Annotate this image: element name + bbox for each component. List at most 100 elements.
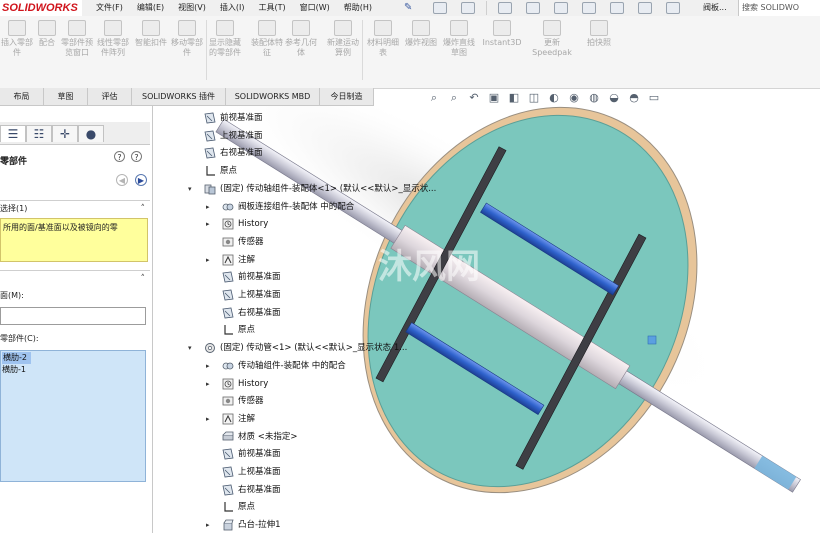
- list-item[interactable]: 横肋-1: [1, 364, 145, 376]
- tree-item-drive-pipe-part[interactable]: ▾ (固定) 传动管<1> (默认<<默认>_显示状态 1...: [160, 340, 460, 356]
- tree-item-top-plane[interactable]: 上视基准面: [160, 464, 460, 480]
- selection-section-header[interactable]: 选择(1) ˄: [0, 200, 150, 217]
- zoom-to-area-icon[interactable]: ⌕: [448, 92, 460, 104]
- tree-item-annotations[interactable]: ▸ 注解: [160, 411, 460, 427]
- apply-scene-icon[interactable]: ◒: [608, 92, 620, 104]
- ribbon-explode-line-sketch-button[interactable]: 爆炸直线草图: [442, 20, 476, 58]
- back-arrow-icon[interactable]: ◀: [116, 174, 128, 186]
- tree-item-top-plane[interactable]: 上视基准面: [160, 128, 460, 144]
- ribbon-insert-component-button[interactable]: 插入零部件: [0, 20, 34, 58]
- save-icon[interactable]: [498, 2, 512, 14]
- zoom-to-fit-icon[interactable]: ⌕: [428, 92, 440, 104]
- expand-right-icon[interactable]: ▸: [206, 517, 214, 533]
- previous-view-icon[interactable]: ↶: [468, 92, 480, 104]
- chevron-up-icon[interactable]: ˄: [141, 271, 146, 287]
- tree-item-drive-shaft-assembly[interactable]: ▾ (固定) 传动轴组件-装配体<1> (默认<<默认>_显示状...: [160, 181, 460, 197]
- ribbon-exploded-view-button[interactable]: 爆炸视图: [404, 20, 438, 48]
- tree-item-boss-extrude[interactable]: ▸ 凸台-拉伸1: [160, 517, 460, 533]
- tree-item-history[interactable]: ▸ History: [160, 216, 460, 232]
- search-box[interactable]: 搜索 SOLIDWO: [738, 0, 820, 16]
- property-manager-tab-icon[interactable]: ☷: [26, 125, 52, 142]
- whats-new-icon[interactable]: ?: [131, 151, 142, 162]
- menu-insert[interactable]: 插入(I): [220, 0, 245, 16]
- display-monitor-icon[interactable]: ▭: [648, 92, 660, 104]
- section-view-icon[interactable]: ▣: [488, 92, 500, 104]
- ribbon-linear-pattern-button[interactable]: 线性零部件阵列: [96, 20, 130, 58]
- tree-item-right-plane[interactable]: 右视基准面: [160, 145, 460, 161]
- list-item[interactable]: 横肋-2: [1, 352, 145, 364]
- file-properties-icon[interactable]: [638, 2, 652, 14]
- menu-edit[interactable]: 编辑(E): [137, 0, 164, 16]
- expand-down-icon[interactable]: ▾: [188, 181, 196, 197]
- mirror-face-input[interactable]: [0, 307, 146, 325]
- ribbon-assembly-features-button[interactable]: 装配体特征: [250, 20, 284, 58]
- edit-appearance-icon[interactable]: ◍: [588, 92, 600, 104]
- ribbon-show-hidden-button[interactable]: 显示隐藏的零部件: [208, 20, 242, 58]
- menu-tools[interactable]: 工具(T): [258, 0, 285, 16]
- ribbon-reference-geometry-button[interactable]: 参考几何体: [284, 20, 318, 58]
- ribbon-instant3d-button[interactable]: Instant3D: [482, 20, 522, 48]
- view-settings-icon[interactable]: ◓: [628, 92, 640, 104]
- pin-icon[interactable]: ✎: [404, 0, 412, 16]
- tab-evaluate[interactable]: 评估: [88, 88, 132, 105]
- components-listbox[interactable]: 横肋-2 横肋-1: [0, 350, 146, 482]
- tab-solidworks-addins[interactable]: SOLIDWORKS 插件: [132, 88, 226, 105]
- tree-item-front-plane[interactable]: 前视基准面: [160, 446, 460, 462]
- menu-file[interactable]: 文件(F): [96, 0, 123, 16]
- tree-item-shaft-mates[interactable]: ▸ 传动轴组件-装配体 中的配合: [160, 358, 460, 374]
- display-style-icon[interactable]: ◐: [548, 92, 560, 104]
- expand-right-icon[interactable]: ▸: [206, 411, 214, 427]
- expand-right-icon[interactable]: ▸: [206, 252, 214, 268]
- expand-right-icon[interactable]: ▸: [206, 199, 214, 215]
- tree-item-annotations[interactable]: ▸ 注解: [160, 252, 460, 268]
- tree-item-right-plane[interactable]: 右视基准面: [160, 482, 460, 498]
- tree-item-valve-mates[interactable]: ▸ 阀板连接组件-装配体 中的配合: [160, 199, 460, 215]
- tab-sketch[interactable]: 草图: [44, 88, 88, 105]
- ribbon-new-motion-study-button[interactable]: 新建运动算例: [326, 20, 360, 58]
- options-gear-icon[interactable]: [666, 2, 680, 14]
- tree-item-front-plane[interactable]: 前视基准面: [160, 269, 460, 285]
- menu-help[interactable]: 帮助(H): [344, 0, 372, 16]
- ribbon-update-speedpak-button[interactable]: 更新 Speedpak: [530, 20, 574, 58]
- tree-item-origin[interactable]: 原点: [160, 322, 460, 338]
- forward-arrow-icon[interactable]: ▶: [135, 174, 147, 186]
- options-section-header[interactable]: ˄: [0, 270, 150, 287]
- ribbon-smart-fasteners-button[interactable]: 智能扣件: [134, 20, 168, 48]
- open-icon[interactable]: [461, 2, 475, 14]
- menu-window[interactable]: 窗口(W): [300, 0, 330, 16]
- tree-item-front-plane[interactable]: 前视基准面: [160, 110, 460, 126]
- ribbon-move-component-button[interactable]: 移动零部件: [170, 20, 204, 58]
- dynamic-annotation-icon[interactable]: ◧: [508, 92, 520, 104]
- ribbon-snapshot-button[interactable]: 拍快照: [582, 20, 616, 48]
- ribbon-component-preview-button[interactable]: 零部件预览窗口: [60, 20, 94, 58]
- menu-view[interactable]: 视图(V): [178, 0, 206, 16]
- tree-item-material[interactable]: 材质 <未指定>: [160, 429, 460, 445]
- tab-solidworks-mbd[interactable]: SOLIDWORKS MBD: [226, 88, 320, 105]
- tree-item-origin[interactable]: 原点: [160, 163, 460, 179]
- ribbon-mate-button[interactable]: 配合: [30, 20, 64, 48]
- tab-layout[interactable]: 布局: [0, 88, 44, 105]
- select-icon[interactable]: [582, 2, 596, 14]
- feature-manager-tab-icon[interactable]: ☰: [0, 125, 26, 142]
- ribbon-bom-button[interactable]: 材料明细表: [366, 20, 400, 58]
- undo-icon[interactable]: [554, 2, 568, 14]
- tree-item-top-plane[interactable]: 上视基准面: [160, 287, 460, 303]
- tree-item-sensors[interactable]: 传感器: [160, 234, 460, 250]
- display-manager-tab-icon[interactable]: ●: [78, 125, 104, 142]
- print-icon[interactable]: [526, 2, 540, 14]
- tree-item-history[interactable]: ▸ History: [160, 376, 460, 392]
- chevron-up-icon[interactable]: ˄: [141, 201, 146, 217]
- expand-right-icon[interactable]: ▸: [206, 376, 214, 392]
- new-document-icon[interactable]: [433, 2, 447, 14]
- tree-item-sensors[interactable]: 传感器: [160, 393, 460, 409]
- expand-right-icon[interactable]: ▸: [206, 358, 214, 374]
- configuration-manager-tab-icon[interactable]: ✛: [52, 125, 78, 142]
- expand-right-icon[interactable]: ▸: [206, 216, 214, 232]
- tree-item-right-plane[interactable]: 右视基准面: [160, 305, 460, 321]
- view-orientation-icon[interactable]: ◫: [528, 92, 540, 104]
- help-icon[interactable]: ?: [114, 151, 125, 162]
- hide-show-items-icon[interactable]: ◉: [568, 92, 580, 104]
- tree-item-origin[interactable]: 原点: [160, 499, 460, 515]
- tab-made-today[interactable]: 今日制造: [320, 88, 374, 105]
- rebuild-icon[interactable]: [610, 2, 624, 14]
